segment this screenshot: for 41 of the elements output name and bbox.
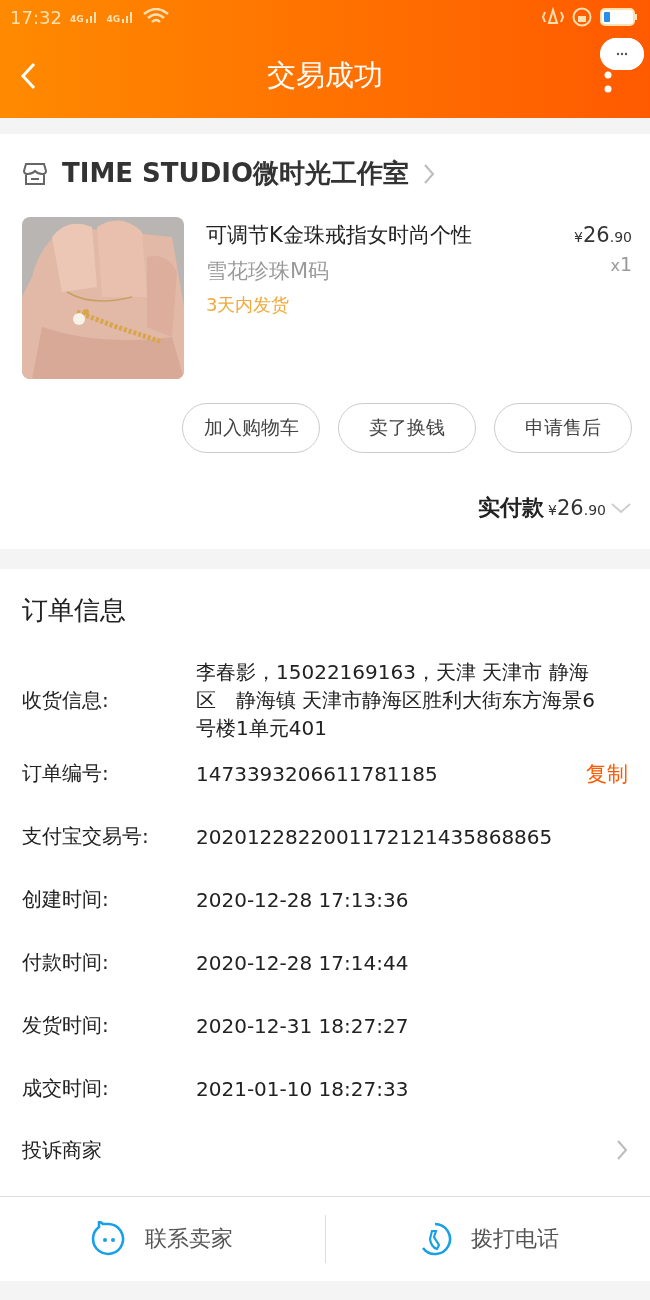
field-value: 2020-12-31 18:27:27: [196, 1012, 410, 1040]
back-icon[interactable]: [20, 62, 36, 90]
field-label: 成交时间:: [22, 1075, 110, 1102]
field-label: 创建时间:: [22, 886, 110, 913]
paid-label: 实付款: [478, 494, 545, 522]
quantity: x1: [610, 253, 632, 275]
shop-name[interactable]: TIME STUDIO微时光工作室: [62, 156, 410, 191]
field-value: 2020122822001172121435868865: [196, 823, 554, 851]
product-title[interactable]: 可调节K金珠戒指女时尚个性: [206, 217, 553, 249]
product-variant: 雪花珍珠M码: [206, 258, 331, 285]
field-value: 2020-12-28 17:14:44: [196, 949, 410, 977]
field-label: 支付宝交易号:: [22, 823, 150, 850]
chevron-down-icon[interactable]: [610, 501, 632, 515]
chevron-right-icon[interactable]: [423, 162, 436, 185]
vibrate-icon: [542, 7, 564, 27]
field-value: 2020-12-28 17:13:36: [196, 886, 410, 914]
shipping-note: 3天内发货: [206, 293, 291, 317]
field-label: 收货信息:: [22, 686, 110, 714]
complaint-link[interactable]: 投诉商家: [22, 1136, 102, 1164]
page-title: 交易成功: [266, 57, 384, 94]
paid-amount: ¥26.90: [548, 496, 606, 520]
field-value: 李春影，15022169163，天津 天津市 静海区 静海镇 天津市静海区胜利大街东方海景6号楼1单元401: [196, 659, 596, 742]
more-icon[interactable]: [600, 38, 644, 70]
field-value: 1473393206611781185: [196, 760, 439, 788]
action-button[interactable]: 加入购物车: [182, 403, 320, 453]
battery-icon: [600, 7, 638, 27]
product-price: ¥26.90: [574, 223, 632, 247]
clock: 17:32: [10, 6, 62, 28]
field-value: 2021-01-10 18:27:33: [196, 1075, 410, 1103]
field-label: 发货时间:: [22, 1012, 110, 1039]
action-button[interactable]: 申请售后: [494, 403, 632, 453]
action-button[interactable]: 卖了换钱: [338, 403, 476, 453]
menu-icon[interactable]: [604, 71, 612, 93]
field-label: 付款时间:: [22, 949, 110, 976]
rotation-lock-icon: [572, 7, 592, 27]
bottom-action[interactable]: 拨打电话: [470, 1224, 559, 1254]
store-icon: [22, 161, 48, 186]
bottom-action[interactable]: 联系卖家: [145, 1224, 234, 1254]
field-label: 订单编号:: [22, 760, 110, 787]
chevron-right-icon[interactable]: [616, 1139, 628, 1161]
section-title: 订单信息: [22, 594, 127, 627]
